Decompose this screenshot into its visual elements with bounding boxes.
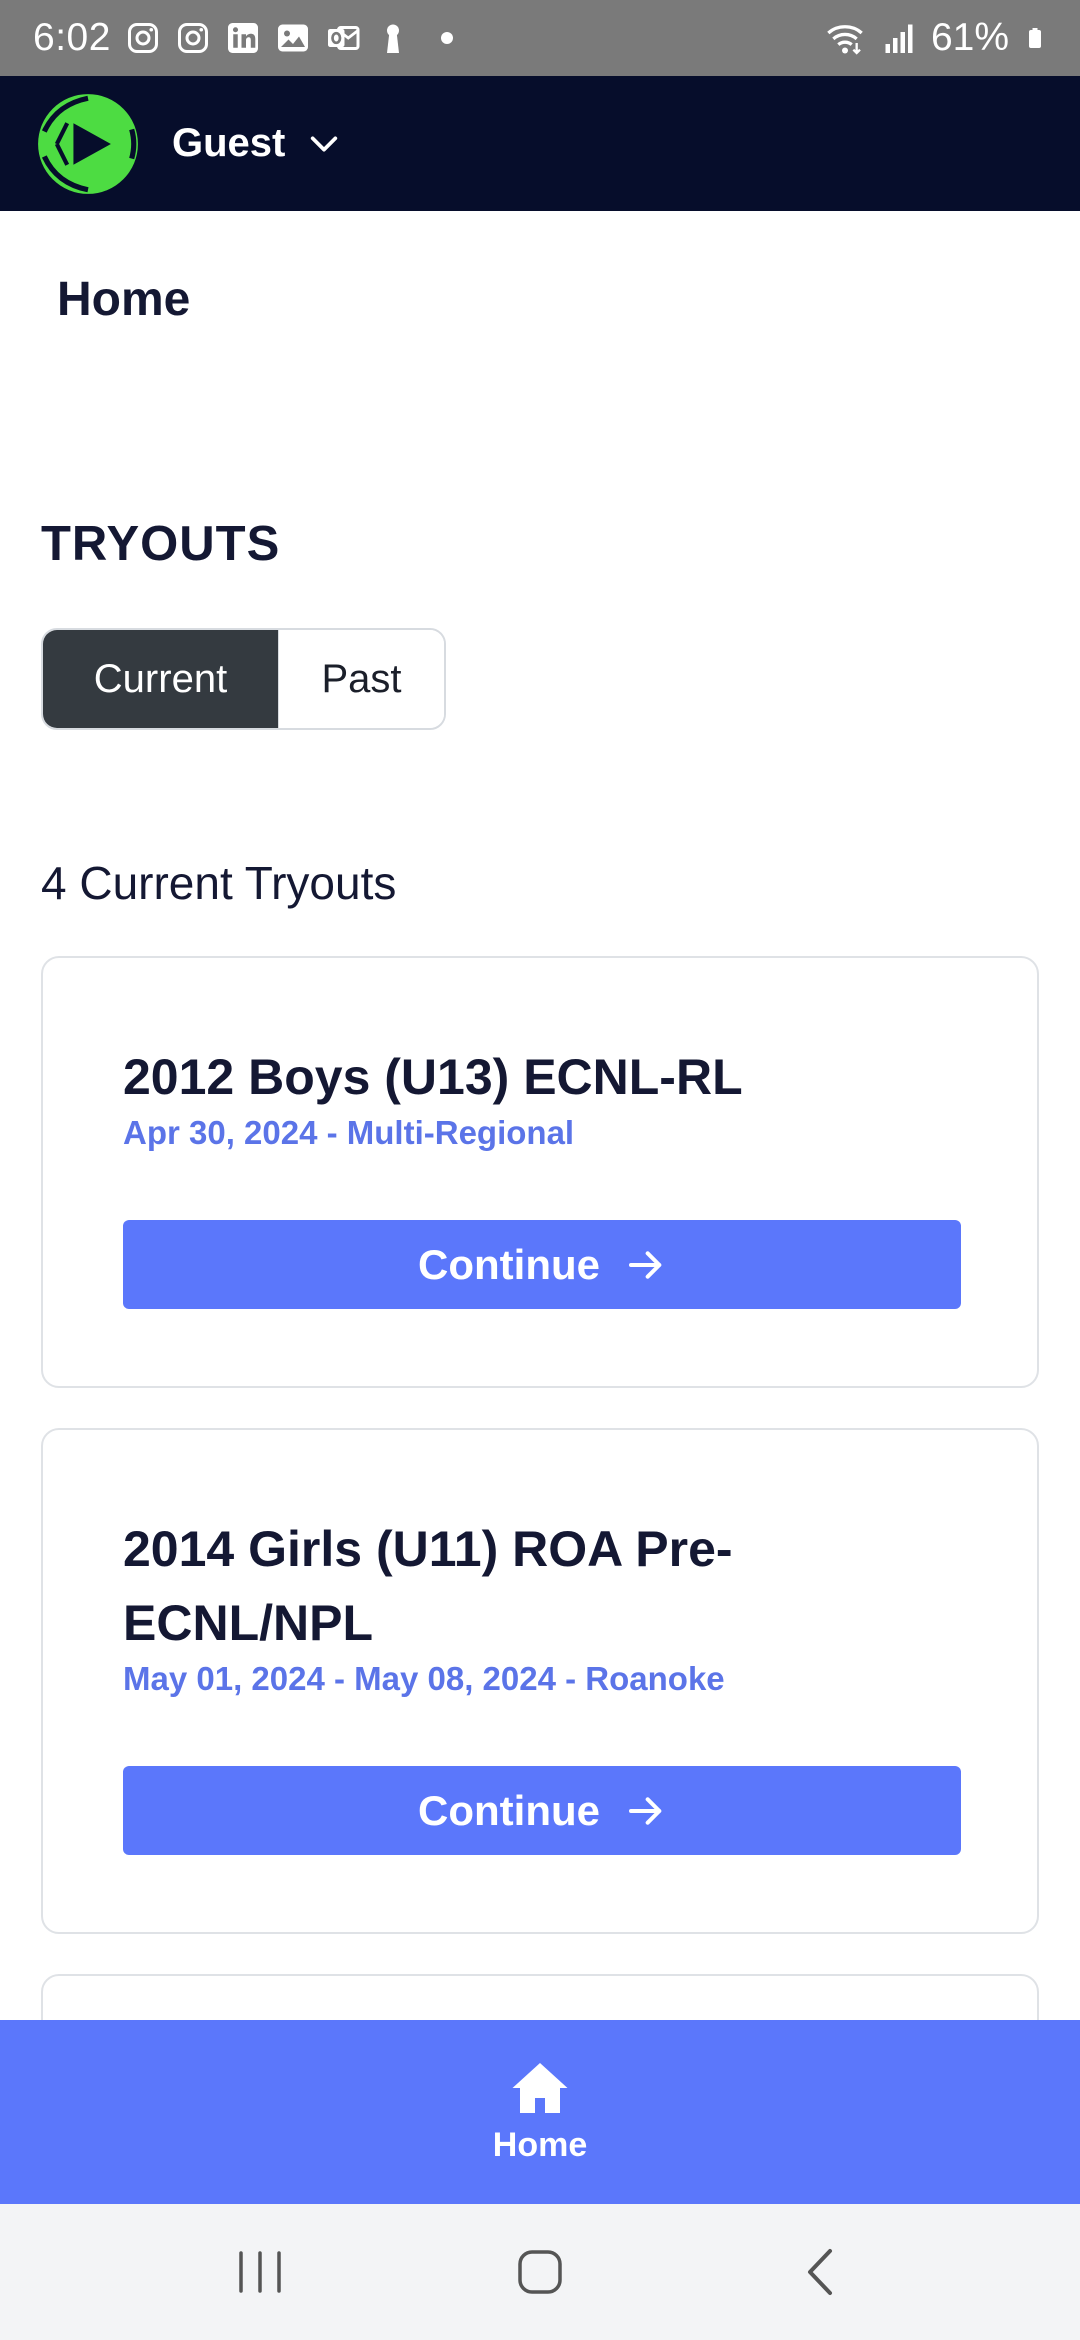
instagram-icon: [177, 23, 208, 53]
club-logo-icon: [38, 93, 138, 194]
instagram-icon: [127, 23, 158, 53]
back-chevron-icon: [808, 2249, 832, 2295]
continue-button[interactable]: Continue: [123, 1220, 961, 1309]
tryout-card: 2014 Girls (U11) ROA Pre-ECNL/NPL May 01…: [41, 1428, 1039, 1934]
toggle-current-button[interactable]: Current: [43, 630, 278, 728]
tryout-title: 2012 Boys (U13) ECNL-RL: [123, 1049, 743, 1105]
back-button[interactable]: [785, 2237, 855, 2307]
bottom-nav: Home: [0, 2020, 1080, 2204]
bottom-nav-home-label[interactable]: Home: [493, 2126, 587, 2165]
continue-button[interactable]: Continue: [123, 1766, 961, 1855]
arrow-right-icon: [628, 1796, 662, 1825]
outlook-icon: [327, 26, 360, 50]
arrow-right-icon: [628, 1250, 662, 1279]
battery-percentage: 61%: [930, 16, 1009, 59]
tryouts-count-label: 4 Current Tryouts: [41, 857, 397, 909]
toggle-past-button[interactable]: Past: [278, 630, 444, 728]
chevron-down-icon[interactable]: [307, 127, 341, 161]
tryout-card: 2012 Boys (U13) ECNL-RL Apr 30, 2024 - M…: [41, 956, 1039, 1388]
keyhole-icon: [386, 24, 399, 53]
continue-button-label: Continue: [418, 1786, 600, 1834]
app-header: Guest: [0, 76, 1080, 211]
battery-icon: [1029, 28, 1041, 48]
continue-button-label: Continue: [418, 1240, 600, 1288]
user-switcher-label[interactable]: Guest: [172, 121, 285, 166]
home-system-button[interactable]: [505, 2237, 575, 2307]
status-left: 6:02: [33, 16, 453, 60]
tryout-date-location: Apr 30, 2024 - Multi-Regional: [123, 1114, 575, 1151]
system-nav-bar: [0, 2204, 1080, 2340]
home-square-icon: [518, 2250, 562, 2294]
recent-apps-icon: [239, 2251, 281, 2293]
gallery-icon: [277, 24, 308, 52]
home-icon[interactable]: [510, 2060, 570, 2116]
linkedin-icon: [227, 23, 258, 53]
more-notifications-dot-icon: [440, 32, 453, 44]
screen: 6:02 61% Guest Home TRYOUTS Current Past…: [0, 0, 1080, 2340]
wifi-icon: [827, 25, 863, 55]
status-right: 61%: [823, 16, 1047, 60]
signal-icon: [885, 24, 913, 53]
tryouts-filter-toggle: Current Past: [41, 628, 446, 730]
status-bar: 6:02 61%: [0, 0, 1080, 76]
page-title: Home: [57, 273, 191, 326]
tryout-date-location: May 01, 2024 - May 08, 2024 - Roanoke: [123, 1660, 725, 1697]
recent-apps-button[interactable]: [225, 2237, 295, 2307]
status-time: 6:02: [33, 16, 111, 59]
tryout-title: 2014 Girls (U11) ROA Pre-ECNL/NPL: [123, 1521, 733, 1651]
section-title: TRYOUTS: [41, 517, 281, 571]
